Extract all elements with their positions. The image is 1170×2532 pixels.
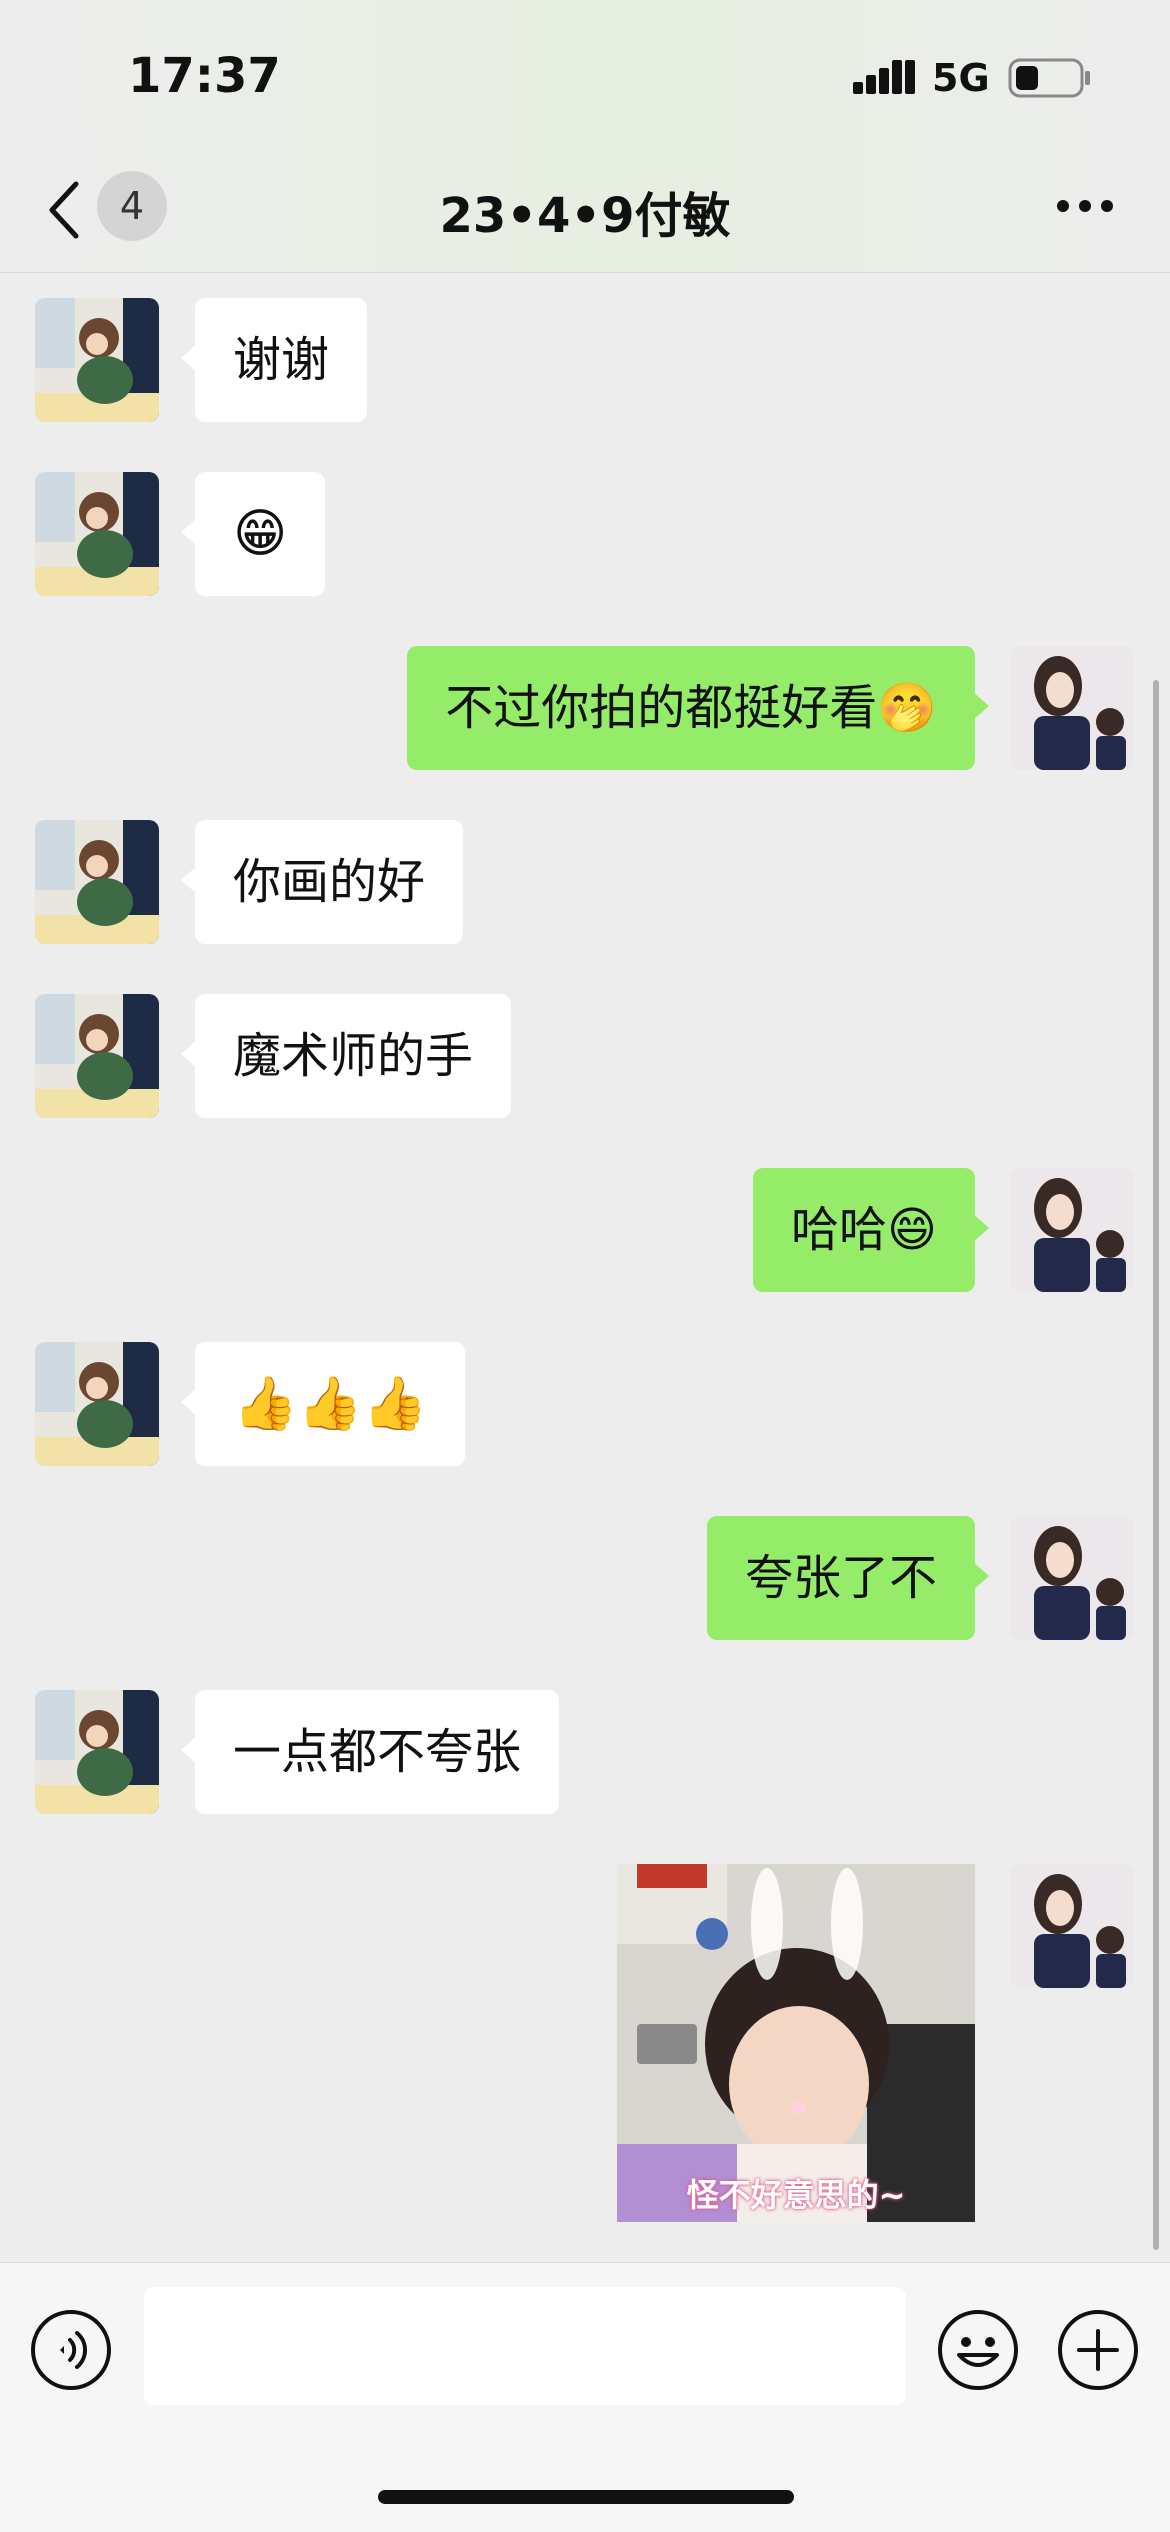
- my-avatar[interactable]: [1010, 1516, 1134, 1640]
- message-bubble-incoming[interactable]: 谢谢: [180, 298, 368, 422]
- scrollbar[interactable]: [1153, 680, 1159, 2250]
- contact-avatar[interactable]: [35, 1342, 159, 1466]
- nav-bar: 4 23•4•9付敏: [0, 150, 1170, 273]
- sticker-image: [617, 1864, 975, 2222]
- message-bubble-incoming[interactable]: 你画的好: [180, 820, 464, 944]
- status-time: 17:37: [128, 48, 281, 104]
- sticker-caption: 怪不好意思的~: [686, 2176, 906, 2214]
- voice-icon[interactable]: [30, 2309, 112, 2391]
- contact-avatar[interactable]: [35, 994, 159, 1118]
- message-bubble-incoming[interactable]: 一点都不夸张: [180, 1690, 560, 1814]
- network-label: 5G: [932, 56, 990, 100]
- message-input[interactable]: [144, 2287, 906, 2405]
- my-avatar[interactable]: [1010, 1168, 1134, 1292]
- emoji-icon[interactable]: [937, 2309, 1019, 2391]
- message-bubble-outgoing[interactable]: 夸张了不: [706, 1516, 990, 1640]
- contact-avatar[interactable]: [35, 1690, 159, 1814]
- sticker-message[interactable]: 怪不好意思的~: [617, 1864, 975, 2222]
- chat-title: 23•4•9付敏: [439, 188, 731, 244]
- status-bar: 17:37 5G: [0, 0, 1170, 150]
- contact-avatar[interactable]: [35, 298, 159, 422]
- message-bubble-incoming[interactable]: 👍👍👍: [180, 1342, 466, 1466]
- signal-icon: [853, 60, 915, 94]
- message-bubble-incoming[interactable]: 😁: [180, 472, 326, 596]
- my-avatar[interactable]: [1010, 646, 1134, 770]
- home-indicator: [378, 2490, 794, 2504]
- contact-avatar[interactable]: [35, 820, 159, 944]
- chat-screen: 17:37 5G 4 23•4•9付敏 谢谢 😁 不过你拍的都挺好看🤭 你画的好…: [0, 0, 1170, 2532]
- battery-icon: [1008, 58, 1090, 98]
- message-bubble-outgoing[interactable]: 不过你拍的都挺好看🤭: [407, 646, 989, 770]
- contact-avatar[interactable]: [35, 472, 159, 596]
- more-dots-icon[interactable]: [1055, 198, 1115, 214]
- message-bubble-outgoing[interactable]: 哈哈😄: [752, 1168, 990, 1292]
- message-bubble-incoming[interactable]: 魔术师的手: [180, 994, 512, 1118]
- plus-icon[interactable]: [1057, 2309, 1139, 2391]
- my-avatar[interactable]: [1010, 1864, 1134, 1988]
